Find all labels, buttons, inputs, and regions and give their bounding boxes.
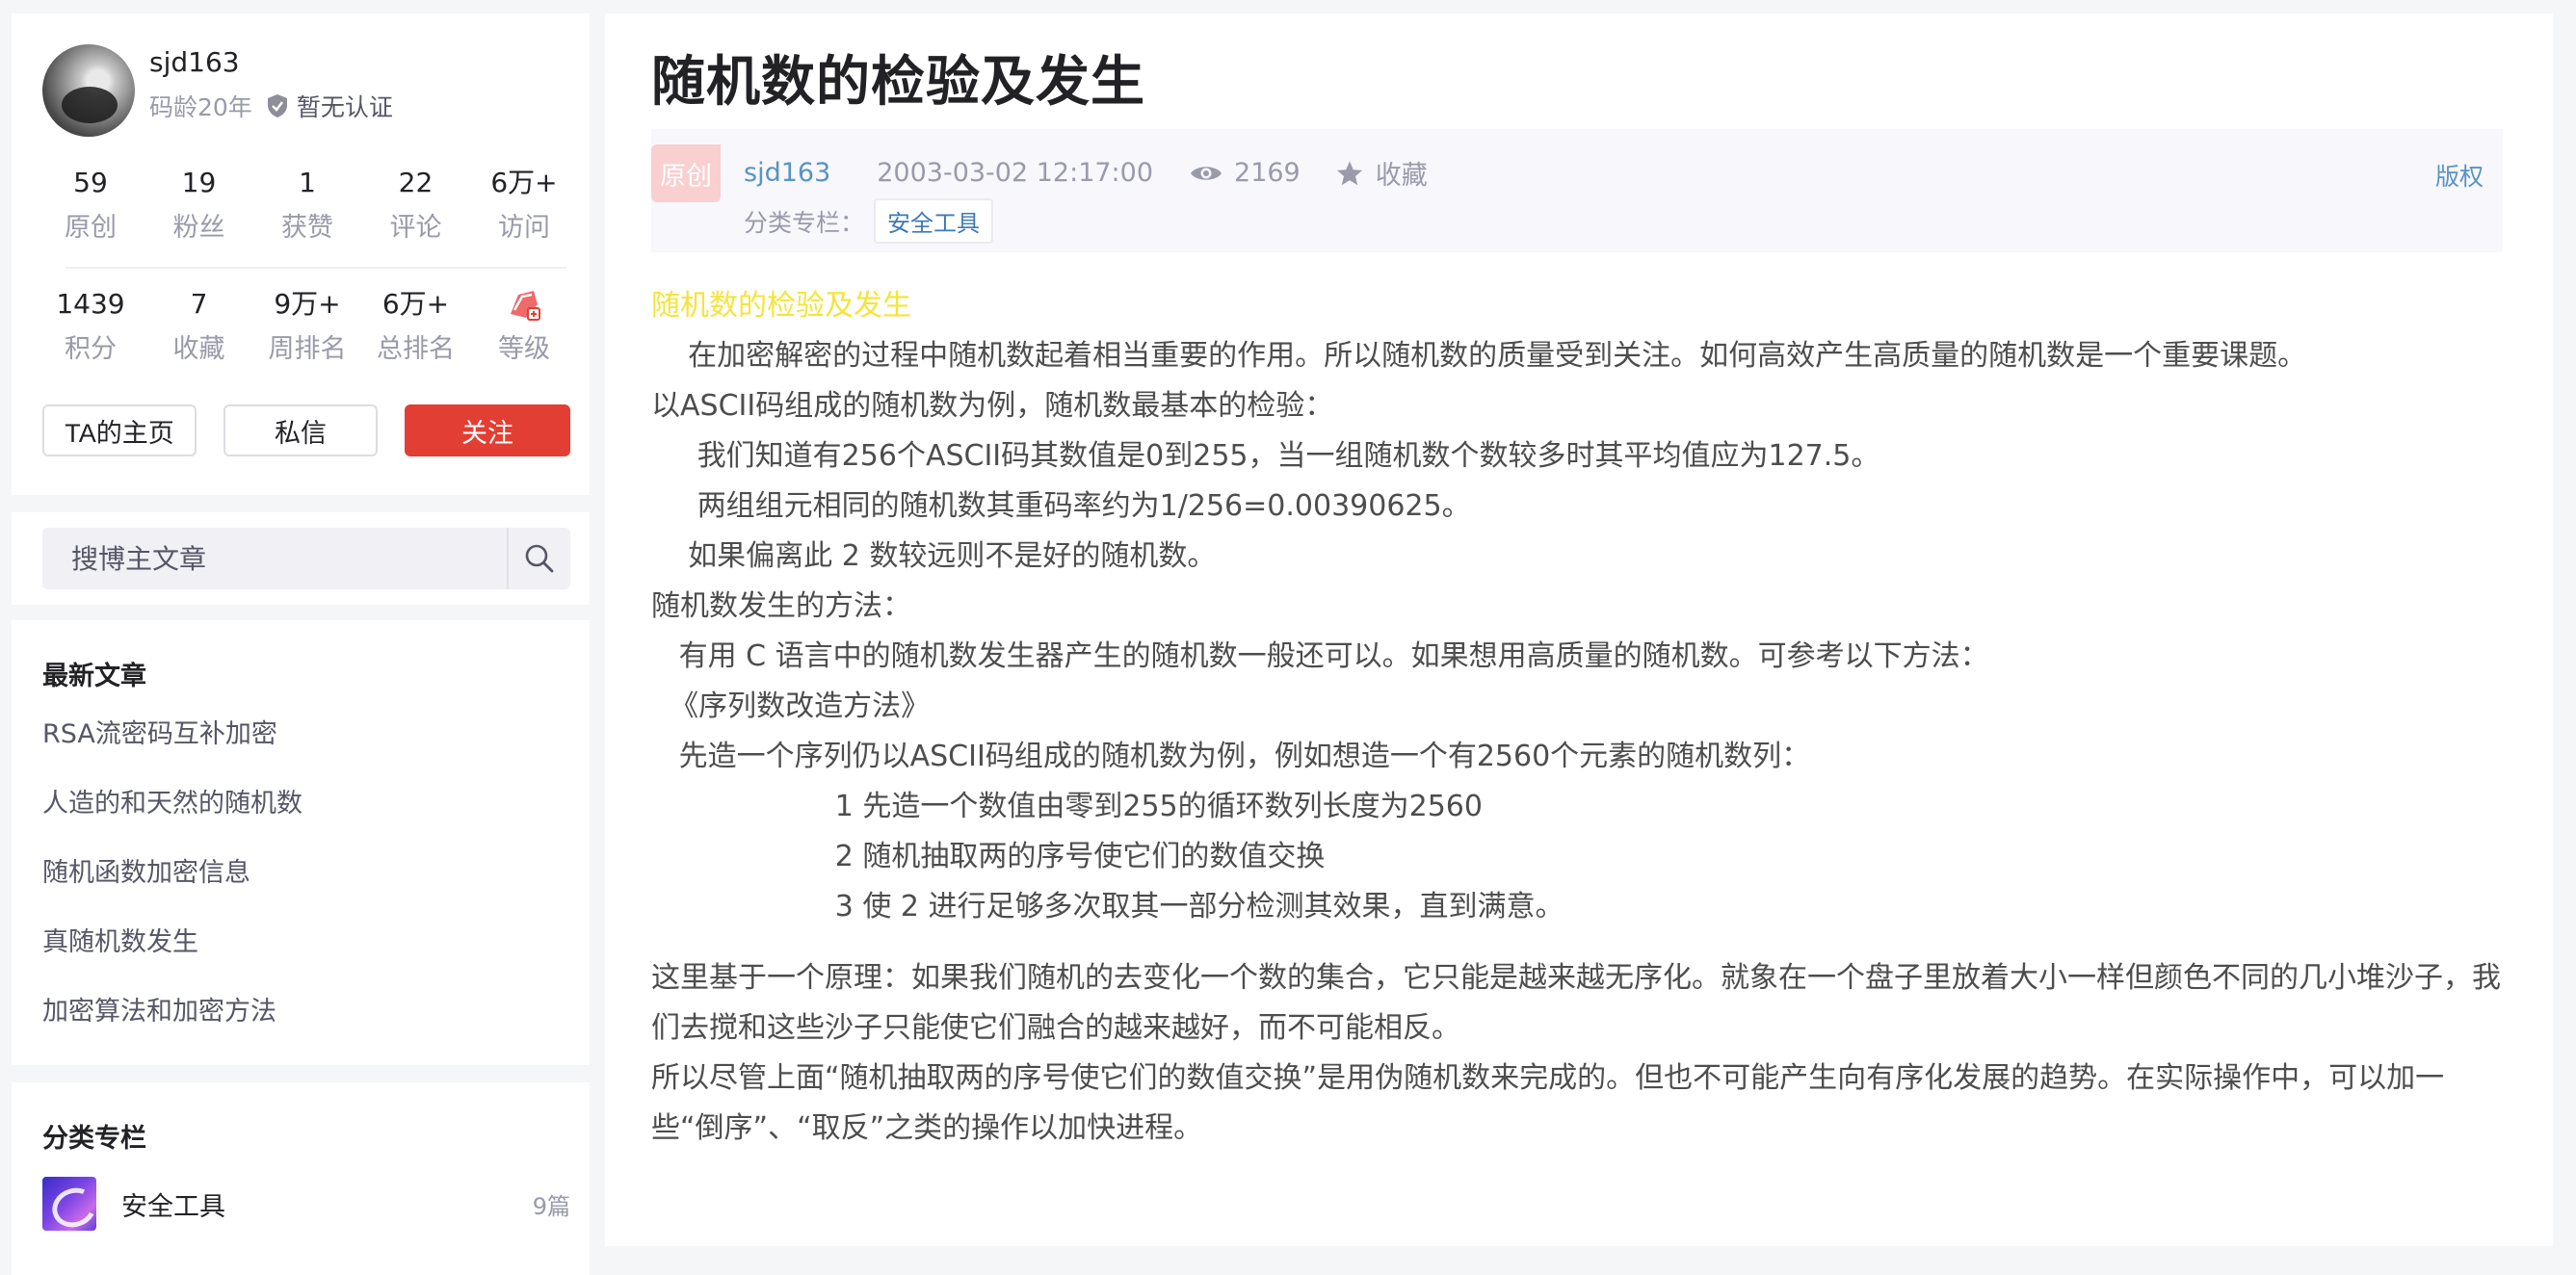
certification: 暂无认证 [266, 89, 393, 123]
article-content: 随机数的检验及发生 在加密解密的过程中随机数起着相当重要的作用。所以随机数的质量… [651, 281, 2505, 1154]
stat-label: 访问 [498, 213, 550, 243]
stat-num: 22 [398, 167, 434, 198]
stat-num: 7 [190, 288, 208, 320]
view-number: 2169 [1234, 158, 1301, 188]
stat-label: 积分 [65, 334, 117, 364]
category-thumbnail [42, 1177, 96, 1231]
homepage-button[interactable]: TA的主页 [42, 404, 197, 456]
content-paragraph: 所以尽管上面“随机抽取两的序号使它们的数值交换”是用伪随机数来完成的。但也不可能… [651, 1061, 2445, 1145]
search-card [12, 512, 590, 605]
stat-comments[interactable]: 22 评论 [368, 164, 464, 244]
stat-label: 原创 [65, 213, 117, 243]
publish-date: 2003-03-02 12:17:00 [877, 158, 1154, 188]
eye-icon [1191, 166, 1222, 180]
content-line: 随机数发生的方法： [651, 589, 911, 623]
content-line: 两组组元相同的随机数其重码率约为1/256=0.00390625。 [651, 489, 1471, 523]
search-input[interactable] [42, 541, 507, 576]
category-name: 安全工具 [121, 1191, 225, 1222]
stat-num: 1439 [56, 288, 125, 320]
stat-points[interactable]: 1439 积分 [42, 285, 139, 365]
stats-divider [66, 267, 566, 269]
stat-label: 粉丝 [172, 213, 225, 243]
level-icon-wrap [476, 285, 572, 324]
author-link[interactable]: sjd163 [744, 158, 830, 188]
stat-label: 等级 [498, 334, 550, 364]
content-line: 有用 C 语言中的随机数发生器产生的随机数一般还可以。如果想用高质量的随机数。可… [651, 639, 1989, 673]
category-count: 9篇 [532, 1192, 570, 1220]
stat-num: 19 [181, 167, 217, 198]
follow-button[interactable]: 关注 [405, 404, 570, 456]
profile-card: sjd163 码龄20年 暂无认证 59 原创 19 粉丝 1 获赞 22 评论 6万+… [12, 13, 590, 495]
stat-level[interactable]: 等级 [476, 285, 572, 365]
level-icon [511, 291, 540, 321]
stat-label: 收藏 [172, 334, 225, 364]
content-line: 先造一个序列仍以ASCII码组成的随机数为例，例如想造一个有2560个元素的随机… [651, 740, 1811, 773]
shield-icon [267, 94, 287, 117]
message-button[interactable]: 私信 [223, 404, 378, 456]
content-paragraph: 这里基于一个原理：如果我们随机的去变化一个数的集合，它只能是越来越无序化。就象在… [651, 961, 2501, 1045]
category-card: 分类专栏 安全工具 9篇 [12, 1082, 590, 1275]
stat-likes[interactable]: 1 获赞 [259, 164, 355, 244]
stat-label: 评论 [389, 213, 442, 243]
article-card: 随机数的检验及发生 原创 sjd163 2003-03-02 12:17:00 … [605, 13, 2553, 1246]
latest-title: 最新文章 [42, 662, 146, 691]
stat-original[interactable]: 59 原创 [42, 164, 139, 244]
latest-list: RSA流密码互补加密 人造的和天然的随机数 随机函数加密信息 真随机数发生 加密… [42, 716, 302, 1063]
category-title: 分类专栏 [42, 1124, 146, 1154]
stat-label: 周排名 [268, 334, 347, 364]
stat-label: 总排名 [377, 334, 455, 364]
view-count: 2169 [1190, 158, 1301, 188]
stat-num: 59 [73, 167, 108, 198]
article-title: 随机数的检验及发生 [651, 51, 1145, 114]
content-line: 我们知道有256个ASCII码其数值是0到255，当一组随机数个数较多时其平均值… [651, 439, 1880, 473]
original-badge: 原创 [651, 144, 721, 202]
latest-item[interactable]: RSA流密码互补加密 [42, 716, 302, 786]
stats-row-1: 59 原创 19 粉丝 1 获赞 22 评论 6万+ 访问 [42, 164, 572, 244]
latest-item[interactable]: 真随机数发生 [42, 924, 302, 994]
content-line: 在加密解密的过程中随机数起着相当重要的作用。所以随机数的质量受到关注。如何高效产… [651, 339, 2307, 373]
category-tag[interactable]: 安全工具 [874, 198, 994, 244]
content-line: 3 使 2 进行足够多次取其一部分检测其效果，直到满意。 [651, 890, 1564, 924]
stat-visits[interactable]: 6万+ 访问 [476, 164, 572, 244]
certification-text: 暂无认证 [296, 93, 393, 121]
star-icon [1336, 161, 1362, 185]
favorite-button[interactable]: 收藏 [1335, 154, 1428, 192]
search-button[interactable] [507, 528, 570, 589]
stat-total-rank[interactable]: 6万+ 总排名 [368, 285, 464, 365]
stat-collect[interactable]: 7 收藏 [151, 285, 248, 365]
meta-category-line: 分类专栏： 安全工具 [744, 198, 994, 244]
code-age: 码龄20年 [149, 93, 252, 121]
stats-row-2: 1439 积分 7 收藏 9万+ 周排名 6万+ 总排名 等级 [42, 285, 572, 365]
user-subinfo: 码龄20年 暂无认证 [149, 89, 393, 123]
stat-num: 9万+ [274, 288, 341, 320]
stat-label: 获赞 [281, 213, 333, 243]
meta-line: sjd163 2003-03-02 12:17:00 2169 收藏 [744, 154, 1428, 192]
latest-articles-card: 最新文章 RSA流密码互补加密 人造的和天然的随机数 随机函数加密信息 真随机数… [12, 620, 590, 1065]
content-line: 如果偏离此 2 数较远则不是好的随机数。 [651, 539, 1217, 573]
avatar[interactable] [42, 44, 135, 137]
article-meta: 原创 sjd163 2003-03-02 12:17:00 2169 收藏 版权 [651, 129, 2503, 252]
stat-week-rank[interactable]: 9万+ 周排名 [259, 285, 355, 365]
content-line: 以ASCII码组成的随机数为例，随机数最基本的检验： [651, 389, 1334, 423]
username[interactable]: sjd163 [149, 46, 240, 78]
category-item[interactable]: 安全工具 9篇 [42, 1177, 570, 1231]
category-label: 分类专栏： [744, 208, 865, 237]
content-line: 《序列数改造方法》 [651, 690, 931, 723]
latest-item[interactable]: 加密算法和加密方法 [42, 994, 302, 1063]
stat-num: 1 [299, 167, 316, 198]
content-line: 1 先造一个数值由零到255的循环数列长度为2560 [651, 790, 1483, 823]
stat-num: 6万+ [490, 167, 558, 198]
favorite-label: 收藏 [1375, 161, 1428, 191]
stat-num: 6万+ [381, 288, 450, 320]
copyright-link[interactable]: 版权 [2435, 158, 2484, 193]
search-icon [525, 544, 554, 573]
content-heading: 随机数的检验及发生 [651, 289, 911, 323]
stat-fans[interactable]: 19 粉丝 [151, 164, 248, 244]
latest-item[interactable]: 人造的和天然的随机数 [42, 786, 302, 855]
latest-item[interactable]: 随机函数加密信息 [42, 855, 302, 924]
content-line: 2 随机抽取两的序号使它们的数值交换 [651, 840, 1326, 873]
search-box [42, 528, 570, 589]
